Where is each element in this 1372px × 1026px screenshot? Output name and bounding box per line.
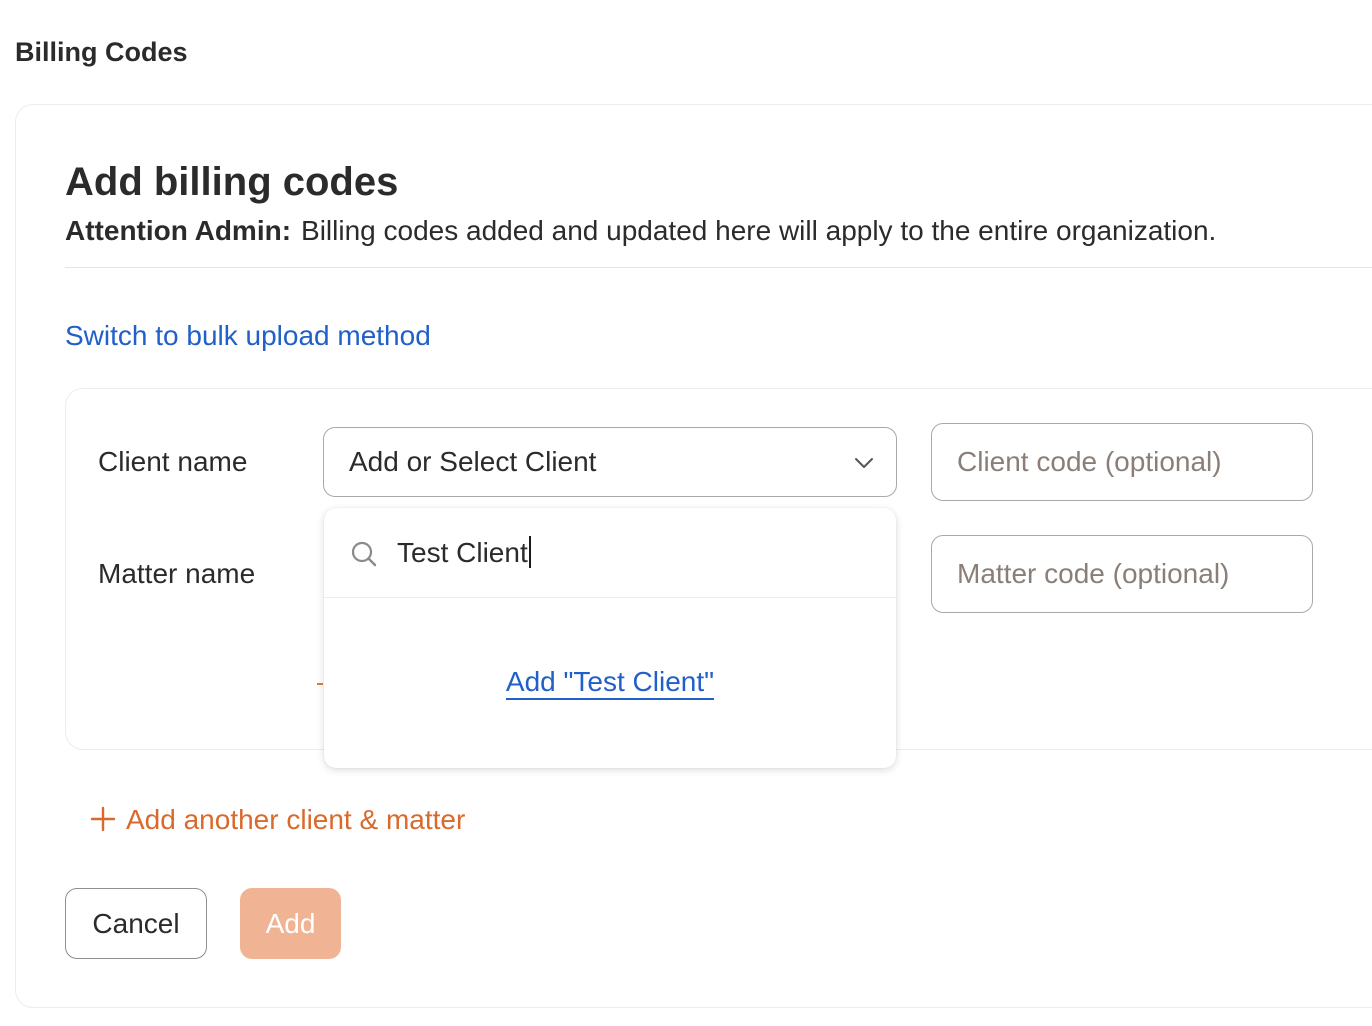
attention-text: Billing codes added and updated here wil… [301,215,1217,246]
add-client-option[interactable]: Add "Test Client" [324,664,896,700]
add-another-label: Add another client & matter [126,804,466,835]
client-select[interactable]: Add or Select Client [323,427,897,497]
matter-select-edge [317,683,323,685]
form-title: Add billing codes [65,160,399,204]
divider [65,267,1372,268]
bulk-upload-link[interactable]: Switch to bulk upload method [65,319,431,353]
plus-icon [90,806,116,832]
client-dropdown: Test Client Add "Test Client" [324,508,896,768]
attention-label: Attention Admin: [65,215,292,246]
dropdown-divider [324,597,896,598]
page-title: Billing Codes [15,37,188,67]
text-cursor [528,536,531,568]
client-name-label: Client name [98,446,248,477]
add-button[interactable]: Add [240,888,341,959]
search-icon [351,541,377,567]
add-another-button[interactable]: Add another client & matter [90,802,465,838]
client-code-input[interactable] [931,423,1313,501]
client-search-input[interactable]: Test Client [397,536,531,570]
client-select-value: Add or Select Client [349,446,597,477]
matter-code-input[interactable] [931,535,1313,613]
chevron-down-icon [855,458,873,468]
cancel-button[interactable]: Cancel [65,888,207,959]
matter-name-label: Matter name [98,558,256,589]
add-client-option-label: Add "Test Client" [505,666,715,700]
client-search-value: Test Client [397,537,528,568]
attention-notice: Attention Admin: Billing codes added and … [65,214,1216,248]
